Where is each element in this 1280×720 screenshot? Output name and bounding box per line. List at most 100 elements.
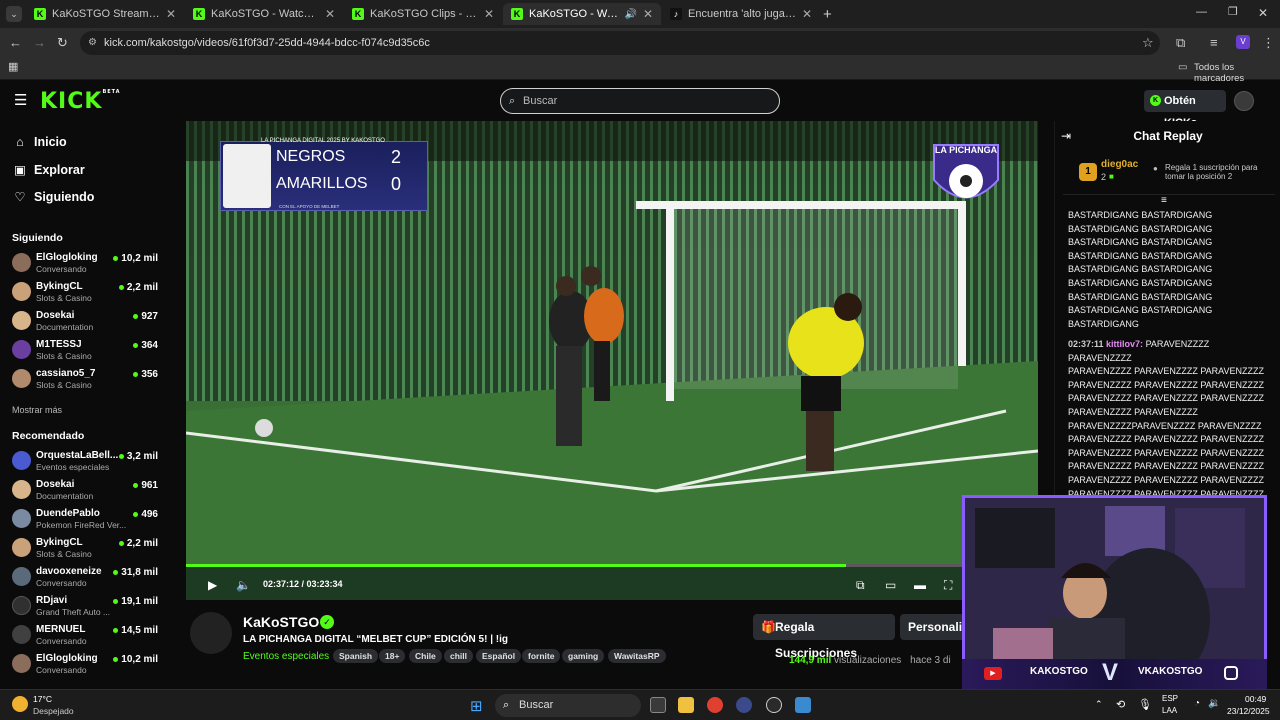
customize-button[interactable]: Personaliz [900,614,970,640]
theater-icon[interactable]: ▬ [914,578,926,592]
channel-name-title[interactable]: KaKoSTGO [243,614,319,630]
channel-avatar [12,625,31,644]
chat-text: PARAVENZZZZ PARAVENZZZZ PARAVENZZZZ [1068,434,1265,445]
following-channel[interactable]: cassiano5_7 Slots & Casino 356 [12,366,162,392]
windows-start-icon[interactable]: ⊞ [470,697,483,715]
recommended-channel[interactable]: RDjavi Grand Theft Auto ... 19,1 mil [12,593,162,619]
keyboard-layout[interactable]: LAA [1162,706,1177,715]
recommended-channel[interactable]: Dosekai Documentation 961 [12,477,162,503]
clock-date[interactable]: 23/12/2025 [1227,706,1270,716]
close-tab-icon[interactable]: ✕ [643,7,653,21]
following-channel[interactable]: BykingCL Slots & Casino 2,2 mil [12,279,162,305]
close-tab-icon[interactable]: ✕ [166,7,176,21]
viewer-count: 2,2 mil [119,538,158,549]
recommended-channel[interactable]: DuendePablo Pokemon FireRed Ver... 496 [12,506,162,532]
nav-following[interactable]: ♡ Siguiendo [12,189,94,204]
cinema-icon[interactable]: ▭ [885,578,896,592]
browser-tab-5[interactable]: ♪ Encuentra 'alto jugador' en TikT ✕ [662,3,820,25]
window-close-icon[interactable]: ✕ [1258,7,1268,19]
pip-icon[interactable]: ⧉ [856,578,865,593]
task-view-icon[interactable] [650,697,666,713]
tab-search-icon[interactable]: ⌄ [6,6,22,22]
recommended-channel[interactable]: BykingCL Slots & Casino 2,2 mil [12,535,162,561]
search-input[interactable]: ⌕ Buscar [500,88,780,114]
channel-avatar-large[interactable] [190,612,232,654]
pinned-gifter: 1 dieg0ac 2 ■ ● Regala 1 suscripción par… [1063,155,1275,195]
cam-name-right: VKAKOSTGO [1138,666,1203,677]
hamburger-menu-icon[interactable]: ☰ [14,91,27,109]
volume-tray-icon[interactable]: 🔉 [1208,698,1220,709]
taskbar-search-label: Buscar [519,699,554,711]
close-tab-icon[interactable]: ✕ [802,7,812,21]
tag-pill[interactable]: Chile [409,649,442,663]
more-menu-icon[interactable]: ⋮ [1262,36,1275,49]
mic-icon[interactable]: 🎙 [1138,698,1152,711]
browser-tab-3[interactable]: K KaKoSTGO Clips - Watch Live o ✕ [344,3,502,25]
reload-icon[interactable]: ↻ [57,36,68,49]
recommended-channel[interactable]: OrquestaLaBell... Eventos especiales 3,2… [12,448,162,474]
tray-chevron-icon[interactable]: ⌃ [1095,699,1103,710]
tag-pill[interactable]: chill [444,649,474,663]
wifi-icon[interactable]: ◔ [1194,698,1200,709]
browser-tab-1[interactable]: K KaKoSTGO Stream - Watch Live ✕ [26,3,184,25]
url-field[interactable]: ⚙ kick.com/kakostgo/videos/61f0f3d7-25dd… [80,31,1160,55]
extensions-icon[interactable]: ⧉ [1176,36,1185,49]
profile-icon[interactable]: V [1236,35,1250,49]
tag-pill[interactable]: 18+ [379,649,406,663]
stream-category-link[interactable]: Eventos especiales [243,651,329,662]
maximize-icon[interactable]: ❐ [1228,7,1238,18]
fullscreen-icon[interactable]: ⛶ [944,578,952,593]
app-f-icon[interactable] [795,697,811,713]
nav-home[interactable]: ⌂ Inicio [12,135,66,149]
media-controls-icon[interactable]: ≡ [1210,36,1218,49]
taskbar-search[interactable]: ⌕ Buscar [495,694,641,717]
pinned-username[interactable]: dieg0ac [1101,159,1138,170]
site-info-icon[interactable]: ⚙ [88,31,97,55]
show-more-link[interactable]: Mostrar más [12,405,62,415]
channel-category: Slots & Casino [36,380,92,390]
chrome-icon[interactable] [707,697,723,713]
user-avatar[interactable] [1234,91,1254,111]
network-icon[interactable]: ⟲ [1116,698,1125,711]
nav-explore[interactable]: ▣ Explorar [12,162,85,177]
github-icon[interactable] [766,697,782,713]
get-kicks-button[interactable]: K Obtén KICKs [1144,90,1226,129]
tag-pill[interactable]: Español [476,649,522,663]
recommended-channel[interactable]: ElGlogloking Conversando 10,2 mil [12,651,162,677]
speaker-icon[interactable]: 🔊 [624,9,636,20]
tag-pill[interactable]: fornite [522,649,561,663]
video-player[interactable]: LA PICHANGA DIGITAL 2025 BY KAKOSTGO NEG… [186,121,1038,600]
bookmark-star-icon[interactable]: ☆ [1142,36,1154,49]
gift-subs-button[interactable]: 🎁 Regala Suscripciones [753,614,895,660]
playback-time: 02:37:12 / 03:23:34 [263,579,343,589]
close-tab-icon[interactable]: ✕ [325,7,335,21]
tag-pill[interactable]: WawitasRP [608,649,666,663]
app-icon[interactable] [736,697,752,713]
file-explorer-icon[interactable] [678,697,694,713]
browser-tab-2[interactable]: K KaKoSTGO - Watch the VOD on ✕ [185,3,343,25]
new-tab-icon[interactable]: + [823,7,832,22]
recommended-channel[interactable]: davooxeneize Conversando 31,8 mil [12,564,162,590]
play-icon[interactable]: ▶ [208,578,217,592]
recommended-channel[interactable]: MERNUEL Conversando 14,5 mil [12,622,162,648]
volume-icon[interactable]: 🔈 [236,578,251,592]
minimize-icon[interactable]: — [1196,7,1207,18]
browser-tab-4-active[interactable]: K KaKoSTGO - Watch the VOD 🔊 ✕ [503,3,661,25]
lang-indicator[interactable]: ESP [1162,694,1178,703]
weather-moon-icon[interactable] [12,696,28,712]
following-channel[interactable]: Dosekai Documentation 927 [12,308,162,334]
back-icon[interactable]: ← [9,36,22,49]
clock-time[interactable]: 00:49 [1245,694,1266,704]
tag-pill[interactable]: Spanish [333,649,379,663]
expand-pinned-icon[interactable]: ≡ [1161,195,1167,206]
kick-logo[interactable]: KICKBETA [40,89,121,114]
following-channel[interactable]: M1TESSJ Slots & Casino 364 [12,337,162,363]
tag-pill[interactable]: gaming [562,649,605,663]
apps-grid-icon[interactable]: ▦ [8,62,18,73]
search-placeholder: Buscar [523,95,558,107]
chat-username[interactable]: kittilov7: [1106,339,1143,349]
customize-label: Personaliz [908,620,969,634]
forward-icon[interactable]: → [33,36,46,49]
close-tab-icon[interactable]: ✕ [484,7,494,21]
following-channel[interactable]: ElGlogloking Conversando 10,2 mil [12,250,162,276]
